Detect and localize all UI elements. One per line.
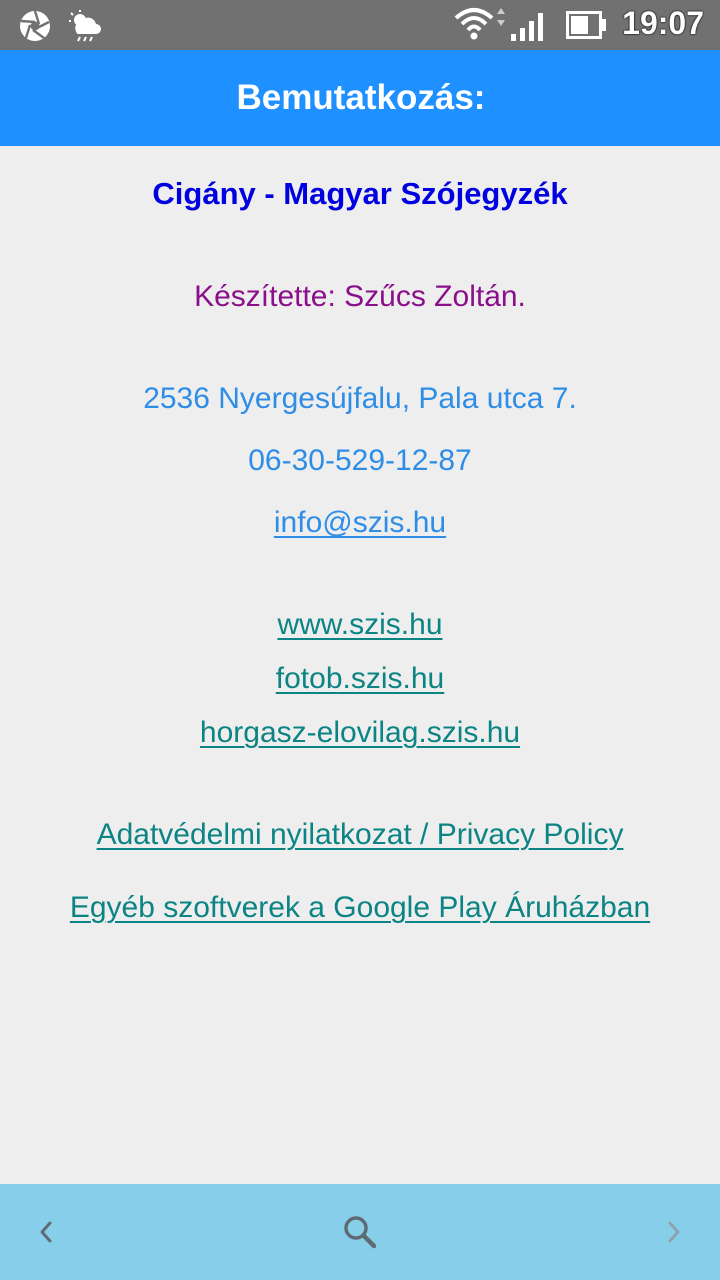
link-row-2: fotob.szis.hu	[0, 662, 720, 696]
address-text: 2536 Nyergesújfalu, Pala utca 7.	[143, 382, 577, 415]
email-link[interactable]: info@szis.hu	[274, 506, 446, 539]
app-bar: Bemutatkozás:	[0, 50, 720, 146]
email-row: info@szis.hu	[0, 506, 720, 540]
screen: 19:07 Bemutatkozás: Cigány - Magyar Szój…	[0, 0, 720, 1280]
website-link[interactable]: www.szis.hu	[277, 608, 442, 641]
wifi-icon	[454, 8, 505, 40]
search-button[interactable]	[332, 1204, 388, 1260]
horgasz-link[interactable]: horgasz-elovilag.szis.hu	[200, 716, 520, 749]
aperture-icon	[20, 10, 50, 41]
link-row-3: horgasz-elovilag.szis.hu	[0, 716, 720, 750]
previous-button[interactable]	[18, 1204, 74, 1260]
weather-icon	[69, 10, 101, 42]
chevron-right-icon	[668, 1221, 680, 1243]
next-button[interactable]	[646, 1204, 702, 1260]
fotob-link[interactable]: fotob.szis.hu	[276, 662, 444, 695]
link-row-1: www.szis.hu	[0, 608, 720, 642]
battery-icon	[566, 11, 606, 39]
author-text: Készítette: Szűcs Zoltán.	[194, 280, 526, 313]
about-content: Cigány - Magyar Szójegyzék Készítette: S…	[0, 146, 720, 1184]
status-bar: 19:07	[0, 0, 720, 50]
app-name: Cigány - Magyar Szójegyzék	[152, 176, 568, 211]
privacy-row: Adatvédelmi nyilatkozat / Privacy Policy	[0, 818, 720, 852]
chevron-left-icon	[40, 1221, 52, 1243]
status-clock: 19:07	[622, 5, 704, 41]
privacy-policy-link[interactable]: Adatvédelmi nyilatkozat / Privacy Policy	[97, 818, 624, 851]
store-row: Egyéb szoftverek a Google Play Áruházban	[0, 891, 720, 925]
phone-text: 06-30-529-12-87	[248, 444, 472, 477]
bottom-nav-bar	[0, 1184, 720, 1280]
signal-icon	[511, 13, 543, 41]
search-icon	[344, 1216, 377, 1249]
google-play-link[interactable]: Egyéb szoftverek a Google Play Áruházban	[70, 891, 650, 924]
page-title: Bemutatkozás:	[236, 78, 486, 117]
